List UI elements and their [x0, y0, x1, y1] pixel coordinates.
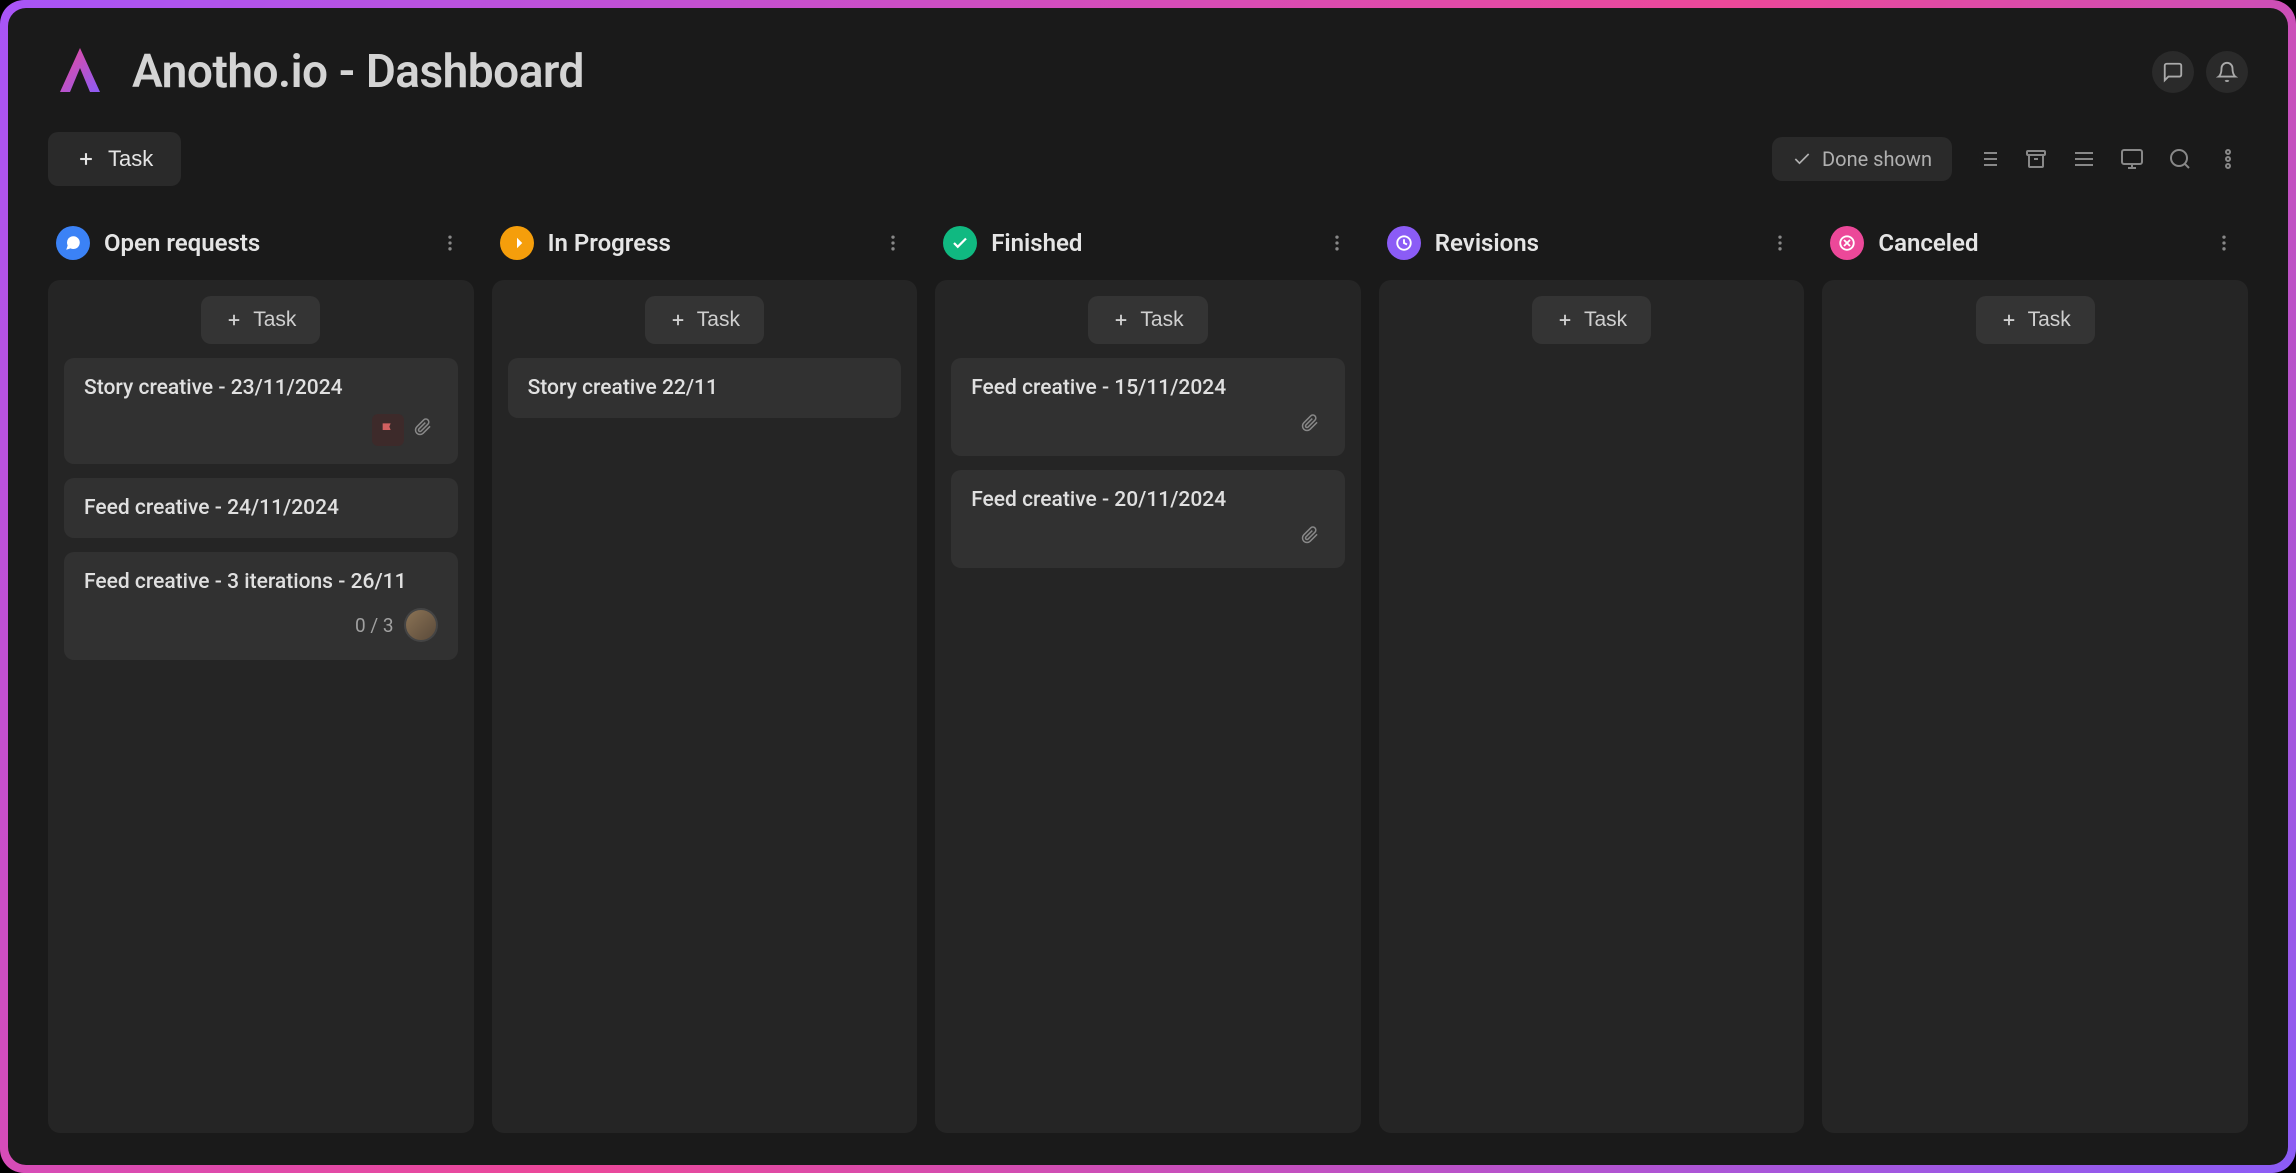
- page-title: Anotho.io - Dashboard: [132, 45, 584, 99]
- attachment-icon: [414, 418, 438, 442]
- app-logo: [48, 40, 112, 104]
- column-menu-icon[interactable]: [877, 227, 909, 259]
- subtask-count: 0 / 3: [355, 614, 394, 637]
- attachment-icon: [1301, 526, 1325, 550]
- column-menu-icon[interactable]: [1764, 227, 1796, 259]
- add-task-button[interactable]: Task: [1532, 296, 1651, 344]
- column-menu-icon[interactable]: [434, 227, 466, 259]
- task-card[interactable]: Feed creative - 24/11/2024: [64, 478, 458, 538]
- column-body: Task: [1379, 280, 1805, 1133]
- add-task-button[interactable]: Task: [645, 296, 764, 344]
- new-task-label: Task: [108, 146, 153, 172]
- column-revisions: Revisions Task: [1379, 226, 1805, 1133]
- add-task-button[interactable]: Task: [1976, 296, 2095, 344]
- card-title: Story creative 22/11: [528, 376, 882, 400]
- task-card[interactable]: Story creative - 23/11/2024: [64, 358, 458, 464]
- column-open: Open requests Task Story creative - 23/11…: [48, 226, 474, 1133]
- add-task-label: Task: [253, 308, 296, 332]
- new-task-button[interactable]: Task: [48, 132, 181, 186]
- column-body: Task: [1822, 280, 2248, 1133]
- card-title: Feed creative - 3 iterations - 26/11: [84, 570, 438, 594]
- add-task-button[interactable]: Task: [1088, 296, 1207, 344]
- card-title: Feed creative - 15/11/2024: [971, 376, 1325, 400]
- monitor-icon[interactable]: [2112, 139, 2152, 179]
- avatar: [404, 608, 438, 642]
- column-body: Task Story creative 22/11: [492, 280, 918, 1133]
- card-title: Story creative - 23/11/2024: [84, 376, 438, 400]
- status-dot-canceled: [1830, 226, 1864, 260]
- column-title: Revisions: [1435, 229, 1539, 257]
- status-dot-open: [56, 226, 90, 260]
- attachment-icon: [1301, 414, 1325, 438]
- task-card[interactable]: Feed creative - 3 iterations - 26/11 0 / …: [64, 552, 458, 660]
- card-title: Feed creative - 20/11/2024: [971, 488, 1325, 512]
- done-shown-label: Done shown: [1822, 147, 1932, 171]
- bell-icon[interactable]: [2206, 51, 2248, 93]
- status-dot-progress: [500, 226, 534, 260]
- column-menu-icon[interactable]: [2208, 227, 2240, 259]
- archive-icon[interactable]: [2016, 139, 2056, 179]
- add-task-label: Task: [1584, 308, 1627, 332]
- more-vertical-icon[interactable]: [2208, 139, 2248, 179]
- column-body: Task Story creative - 23/11/2024 Feed crea…: [48, 280, 474, 1133]
- done-shown-toggle[interactable]: Done shown: [1772, 137, 1952, 181]
- card-title: Feed creative - 24/11/2024: [84, 496, 438, 520]
- menu-icon[interactable]: [2064, 139, 2104, 179]
- column-title: Canceled: [1878, 229, 1978, 257]
- chat-icon[interactable]: [2152, 51, 2194, 93]
- column-menu-icon[interactable]: [1321, 227, 1353, 259]
- task-card[interactable]: Story creative 22/11: [508, 358, 902, 418]
- task-card[interactable]: Feed creative - 20/11/2024: [951, 470, 1345, 568]
- add-task-label: Task: [2028, 308, 2071, 332]
- add-task-label: Task: [1140, 308, 1183, 332]
- column-canceled: Canceled Task: [1822, 226, 2248, 1133]
- column-title: In Progress: [548, 229, 671, 257]
- list-view-icon[interactable]: [1968, 139, 2008, 179]
- column-finished: Finished Task Feed creative - 15/11/2024 F…: [935, 226, 1361, 1133]
- column-title: Finished: [991, 229, 1082, 257]
- flag-icon: [372, 414, 404, 446]
- add-task-button[interactable]: Task: [201, 296, 320, 344]
- task-card[interactable]: Feed creative - 15/11/2024: [951, 358, 1345, 456]
- column-progress: In Progress Task Story creative 22/11: [492, 226, 918, 1133]
- add-task-label: Task: [697, 308, 740, 332]
- status-dot-revisions: [1387, 226, 1421, 260]
- column-title: Open requests: [104, 229, 260, 257]
- status-dot-finished: [943, 226, 977, 260]
- search-icon[interactable]: [2160, 139, 2200, 179]
- column-body: Task Feed creative - 15/11/2024 Feed creat…: [935, 280, 1361, 1133]
